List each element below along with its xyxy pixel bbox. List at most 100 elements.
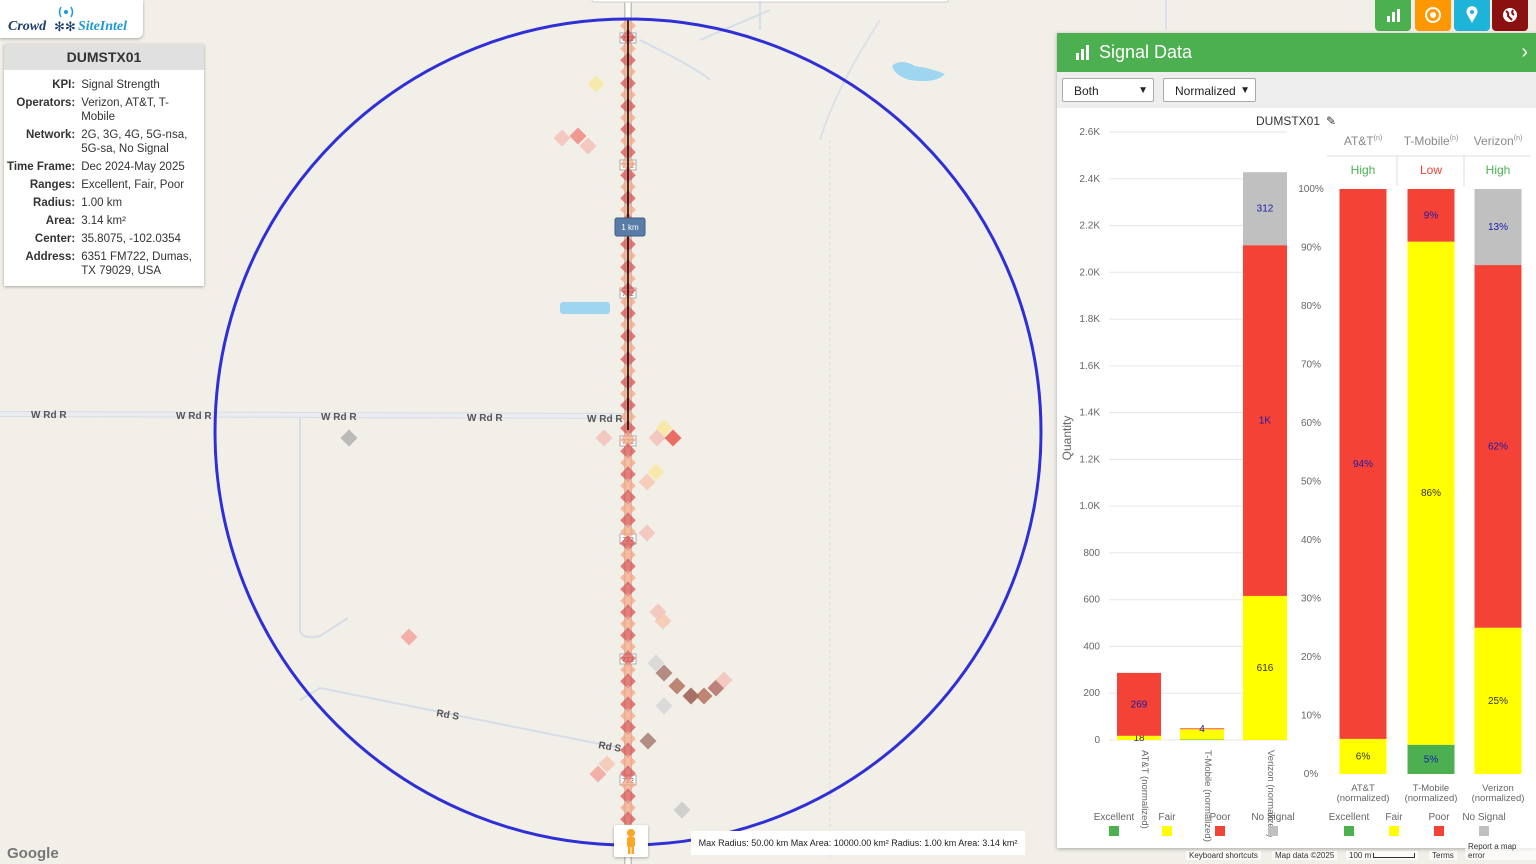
site-info-key: Operators: — [16, 97, 76, 109]
site-info-row: KPI: Signal Strength — [4, 76, 204, 94]
y-tick-label: 400 — [1083, 641, 1100, 652]
network-select[interactable]: Both ▼ — [1062, 78, 1154, 102]
target-button[interactable] — [1415, 0, 1451, 31]
y-tick-label: 30% — [1301, 594, 1321, 605]
data-label: 312 — [1257, 204, 1274, 215]
legend-label: Poor — [1209, 812, 1231, 823]
street-view-button[interactable] — [614, 825, 648, 857]
y-tick-label: 2.2K — [1079, 221, 1100, 232]
legend-label: Fair — [1158, 812, 1176, 823]
globe-button[interactable] — [1492, 0, 1528, 31]
y-tick-label: 20% — [1301, 652, 1321, 663]
legend-swatch[interactable] — [1215, 826, 1225, 836]
operator-header: AT&T(n) — [1344, 134, 1382, 148]
site-info-row: Time Frame: Dec 2024-May 2025 — [4, 158, 204, 176]
site-info-row: Center: 35.8075, -102.0354 — [4, 230, 204, 248]
data-label: 5% — [1424, 754, 1439, 765]
app-logo[interactable]: Crowd ✻✻ SiteIntel — [0, 0, 143, 38]
site-info-table: KPI: Signal Strength Operators: Verizon, AT… — [4, 76, 204, 280]
road-label: W Rd R — [321, 412, 357, 423]
y-tick-label: 800 — [1083, 548, 1100, 559]
chevron-right-icon[interactable]: › — [1521, 41, 1528, 64]
target-icon — [1425, 7, 1441, 23]
site-info-value: 6351 FM722, Dumas, TX 79029, USA — [81, 251, 192, 277]
y-tick-label: 1.8K — [1079, 314, 1100, 325]
pin-icon — [1466, 6, 1478, 23]
y-tick-label: 70% — [1301, 360, 1321, 371]
legend-swatch[interactable] — [1434, 826, 1444, 836]
legend-label: No Signal — [1462, 812, 1505, 823]
y-tick-label: 100% — [1298, 184, 1324, 195]
site-info-key: Time Frame: — [7, 161, 76, 173]
site-info-value: 3.14 km² — [81, 215, 126, 227]
y-tick-label: 2.4K — [1079, 174, 1100, 185]
brand-left: Crowd — [8, 19, 47, 34]
site-info-value: 1.00 km — [81, 197, 123, 209]
data-label: 6% — [1356, 751, 1371, 762]
radius-limits-note: Max Radius: 50.00 km Max Area: 10000.00 … — [691, 831, 1025, 855]
y-tick-label: 1.0K — [1079, 501, 1100, 512]
site-info-value: Signal Strength — [81, 79, 160, 91]
terms-link[interactable]: Terms — [1429, 851, 1457, 860]
antenna-icon — [58, 6, 74, 18]
x-tick-label: T-Mobile (normalized) — [1202, 750, 1213, 842]
legend-swatch[interactable] — [1268, 826, 1278, 836]
legend-label: Fair — [1385, 812, 1403, 823]
map-scale[interactable]: 100 m — [1346, 851, 1419, 860]
y-tick-label: 1.6K — [1079, 361, 1100, 372]
data-label: 86% — [1421, 488, 1441, 499]
map-scale-label: 100 m — [1349, 851, 1372, 860]
road-label: W Rd R — [176, 411, 212, 422]
chart-button[interactable] — [1375, 0, 1411, 31]
legend-label: Poor — [1428, 812, 1450, 823]
brand-right: SiteIntel — [78, 19, 128, 34]
legend-swatch[interactable] — [1109, 826, 1119, 836]
y-tick-label: 60% — [1301, 418, 1321, 429]
data-label: 269 — [1131, 699, 1148, 710]
operator-level: High — [1486, 163, 1511, 177]
y-axis-title: Quantity — [1060, 416, 1074, 461]
site-info-key: Area: — [45, 215, 76, 227]
x-tick-label: AT&T (normalized) — [1139, 750, 1150, 829]
data-label: 1K — [1259, 416, 1272, 427]
site-name: DUMSTX01 — [4, 44, 204, 70]
keyboard-shortcuts-link[interactable]: Keyboard shortcuts — [1186, 851, 1261, 860]
road-label: W Rd R — [467, 413, 503, 424]
road-label: W Rd R — [587, 414, 623, 425]
legend-swatch[interactable] — [1389, 826, 1399, 836]
legend-swatch[interactable] — [1344, 826, 1354, 836]
y-tick-label: 0% — [1304, 769, 1319, 780]
operator-header: T-Mobile(n) — [1404, 134, 1459, 148]
y-tick-label: 2.6K — [1079, 127, 1100, 138]
site-info-card: DUMSTX01 KPI: Signal Strength Operators: Ve… — [4, 44, 204, 286]
site-info-value: 35.8075, -102.0354 — [81, 233, 181, 245]
data-label: 4 — [1199, 724, 1205, 735]
legend-swatch[interactable] — [1162, 826, 1172, 836]
legend-swatch[interactable] — [1479, 826, 1489, 836]
road-label: W Rd R — [31, 410, 67, 421]
y-tick-label: 40% — [1301, 535, 1321, 546]
y-tick-label: 2.0K — [1079, 267, 1100, 278]
signal-charts: DUMSTX01 ✎ 0 200 400 600 800 1.0K 1.2K 1.4K 1.6K 1.… — [1060, 114, 1531, 842]
x-tick-label: (normalized) — [1472, 793, 1525, 804]
site-info-value: Verizon, AT&T, T-Mobile — [81, 97, 169, 123]
site-info-value: Excellent, Fair, Poor — [81, 179, 185, 191]
x-tick-label: Verizon (normalized) — [1265, 750, 1276, 837]
mode-select[interactable]: Normalized ▼ — [1163, 78, 1256, 102]
site-info-key: Network: — [25, 129, 76, 141]
chart-icon — [1076, 45, 1089, 60]
operator-level: Low — [1420, 163, 1442, 177]
chart-icon — [1387, 9, 1400, 22]
globe-icon — [1503, 8, 1517, 22]
site-info-key: Radius: — [33, 197, 76, 209]
pegman-icon — [627, 829, 635, 854]
chevron-down-icon: ▼ — [1240, 85, 1250, 96]
y-tick-label: 80% — [1301, 301, 1321, 312]
pin-button[interactable] — [1454, 0, 1490, 31]
data-label: 94% — [1353, 459, 1373, 470]
people-icon: ✻✻ — [54, 19, 76, 34]
pencil-icon[interactable]: ✎ — [1326, 114, 1336, 128]
report-error-link[interactable]: Report a map error — [1465, 842, 1536, 860]
site-info-row: Ranges: Excellent, Fair, Poor — [4, 176, 204, 194]
site-info-row: Network: 2G, 3G, 4G, 5G-nsa, 5G-sa, No Si… — [4, 126, 204, 158]
